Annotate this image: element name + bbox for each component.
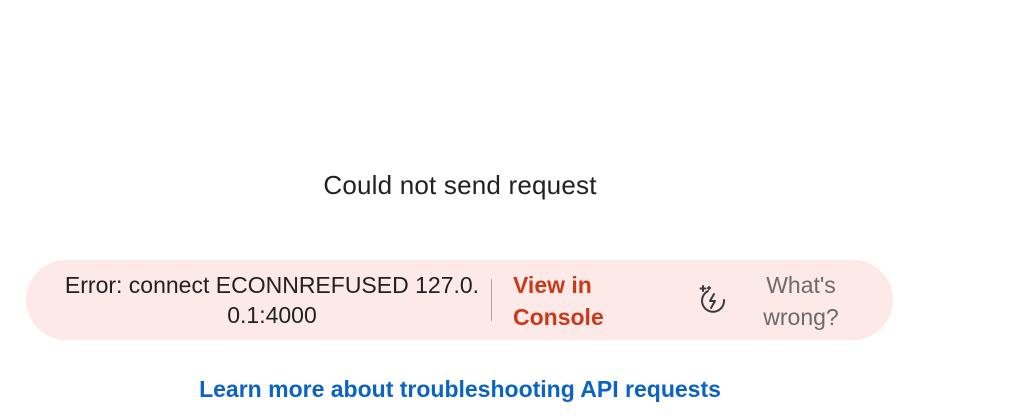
error-message: Error: connect ECONNREFUSED 127.0.0.1:40… (64, 272, 480, 328)
error-title: Could not send request (323, 170, 597, 200)
whats-wrong-button[interactable]: What's wrong? (756, 269, 846, 333)
sparkle-wrench-icon[interactable] (695, 283, 729, 317)
banner-divider (491, 279, 492, 321)
learn-more-link[interactable]: Learn more about troubleshooting API req… (0, 376, 920, 403)
error-banner: Error: connect ECONNREFUSED 127.0.0.1:40… (26, 260, 893, 340)
response-error-panel: Could not send request Error: connect EC… (0, 0, 1010, 419)
view-in-console-link[interactable]: View in Console (513, 269, 623, 333)
